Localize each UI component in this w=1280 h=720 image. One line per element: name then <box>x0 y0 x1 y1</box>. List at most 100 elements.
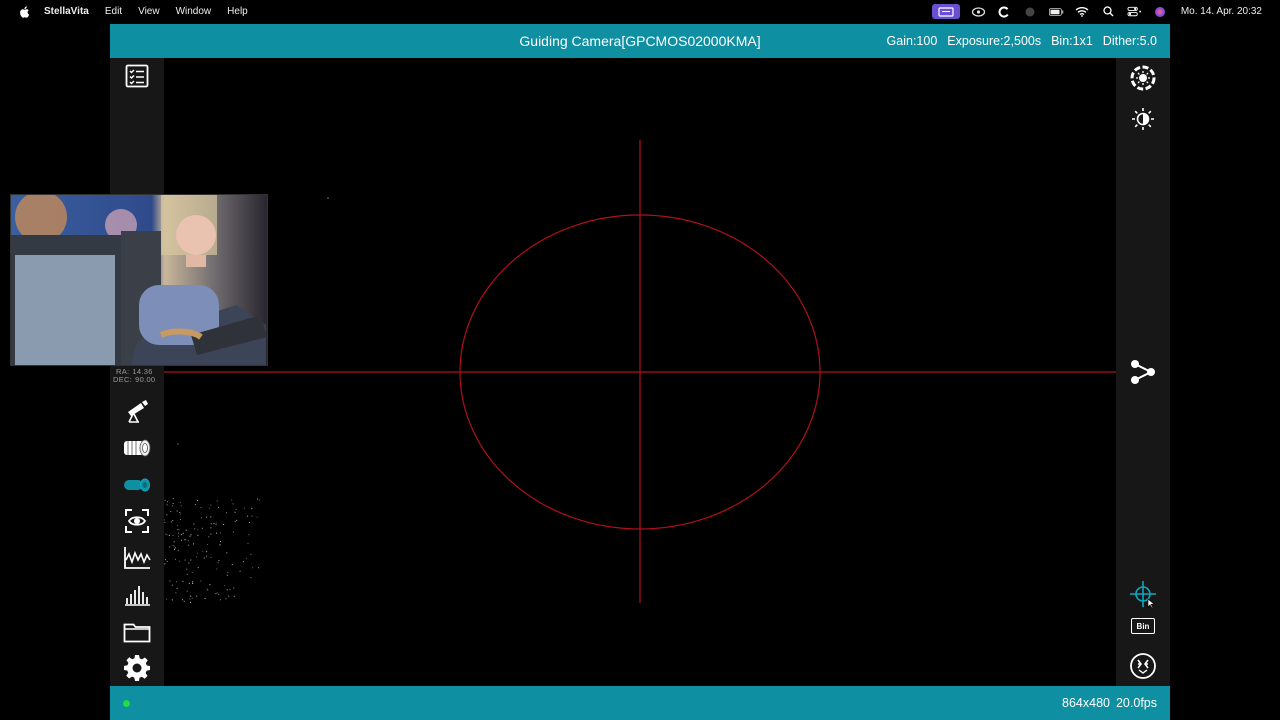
noise-pixel <box>202 550 204 552</box>
noise-pixel <box>227 572 229 573</box>
noise-pixel <box>180 534 182 536</box>
macos-menubar: StellaVita Edit View Window Help Mo. 14.… <box>0 0 1280 23</box>
noise-pixel <box>171 584 173 586</box>
settings-button[interactable] <box>122 653 152 683</box>
menu-edit[interactable]: Edit <box>105 6 122 17</box>
creative-cloud-icon[interactable] <box>971 6 986 18</box>
menu-help[interactable]: Help <box>227 6 248 17</box>
noise-pixel <box>235 509 237 510</box>
exposure-readout[interactable]: Exposure:2,500s <box>947 34 1041 48</box>
siri-icon[interactable] <box>1153 6 1168 18</box>
gain-readout[interactable]: Gain:100 <box>887 34 938 48</box>
noise-pixel <box>188 563 190 564</box>
menubar-clock[interactable]: Mo. 14. Apr. 20:32 <box>1181 6 1262 17</box>
waveform-chart-icon <box>124 547 151 569</box>
telescope-mount-button[interactable] <box>122 396 152 426</box>
noise-pixel <box>184 559 186 561</box>
noise-pixel <box>172 520 174 522</box>
status-bar: 864x480 20.0fps <box>110 686 1170 720</box>
noise-pixel <box>215 593 217 595</box>
noise-pixel <box>164 521 166 523</box>
noise-pixel <box>208 536 210 538</box>
noise-pixel <box>181 599 183 601</box>
histogram-button[interactable] <box>122 580 152 610</box>
noise-pixel <box>177 549 179 551</box>
menu-view[interactable]: View <box>138 6 160 17</box>
noise-pixel <box>232 531 234 533</box>
noise-pixel <box>197 552 199 554</box>
apple-logo-icon[interactable] <box>18 5 32 19</box>
telescope-icon <box>128 400 148 423</box>
noise-pixel <box>200 507 202 509</box>
noise-pixel <box>172 545 174 546</box>
focus-eye-icon <box>125 509 149 533</box>
resolution-readout: 864x480 <box>1062 696 1110 710</box>
menu-window[interactable]: Window <box>176 6 212 17</box>
noise-pixel <box>251 515 253 517</box>
battery-icon[interactable] <box>1048 6 1064 18</box>
app-menu[interactable]: StellaVita <box>44 6 89 17</box>
noise-pixel <box>191 597 193 599</box>
noise-pixel <box>185 529 187 531</box>
noise-pixel <box>257 498 258 500</box>
noise-pixel <box>166 534 168 536</box>
noise-pixel <box>190 601 191 603</box>
dither-readout[interactable]: Dither:5.0 <box>1103 34 1157 48</box>
bin-readout[interactable]: Bin:1x1 <box>1051 34 1093 48</box>
noise-pixel <box>248 522 250 523</box>
guide-graph-button[interactable] <box>122 543 152 573</box>
guide-camera-viewport[interactable] <box>164 58 1116 686</box>
binning-button[interactable]: Bin <box>1128 611 1158 641</box>
auto-stretch-button[interactable] <box>1128 63 1158 93</box>
noise-pixel <box>258 499 260 501</box>
bin-label: Bin <box>1136 621 1150 631</box>
calibrate-button[interactable] <box>1128 651 1158 681</box>
noise-pixel <box>169 580 171 582</box>
noise-pixel <box>197 567 199 569</box>
checklist-icon <box>125 64 149 88</box>
noise-pixel <box>234 511 236 513</box>
viewport-canvas <box>164 140 1116 603</box>
main-camera-button[interactable] <box>122 433 152 463</box>
noise-pixel <box>176 510 178 512</box>
star-dot <box>327 197 329 199</box>
checklist-button[interactable] <box>122 61 152 91</box>
noise-pixel <box>193 523 195 525</box>
noise-pixel <box>179 513 181 515</box>
noise-pixel <box>210 523 212 525</box>
focus-button[interactable] <box>122 506 152 536</box>
spotlight-search-icon[interactable] <box>1101 6 1116 18</box>
moon-icon[interactable] <box>1023 6 1038 18</box>
noise-pixel <box>206 551 208 553</box>
noise-pixel <box>194 504 196 505</box>
sync-c-icon[interactable] <box>997 6 1012 18</box>
noise-pixel <box>225 598 227 600</box>
noise-pixel <box>251 508 253 510</box>
crosshair-toggle-button[interactable] <box>1128 579 1158 609</box>
noise-pixel <box>176 587 178 589</box>
noise-pixel <box>233 595 235 597</box>
share-button[interactable] <box>1128 357 1158 387</box>
noise-pixel <box>192 581 194 583</box>
guide-camera-button[interactable] <box>122 470 152 500</box>
noise-pixel <box>216 500 218 502</box>
star-dot <box>177 443 179 445</box>
screen-share-icon[interactable] <box>931 4 960 19</box>
noise-pixel <box>173 545 175 547</box>
noise-pixel <box>207 589 209 591</box>
exposure-dial-icon <box>1130 65 1156 91</box>
noise-pixel <box>206 544 208 546</box>
sensor-noise-speckles <box>164 498 260 603</box>
noise-pixel <box>247 515 249 517</box>
control-center-icon[interactable] <box>1127 6 1142 18</box>
noise-pixel <box>185 539 187 540</box>
camera-params: Gain:100 Exposure:2,500s Bin:1x1 Dither:… <box>887 34 1157 48</box>
file-browser-button[interactable] <box>122 617 152 647</box>
noise-pixel <box>177 525 179 527</box>
noise-pixel <box>243 507 245 509</box>
noise-pixel <box>224 585 226 587</box>
noise-pixel <box>172 498 174 499</box>
brightness-button[interactable] <box>1128 104 1158 134</box>
wifi-icon[interactable] <box>1075 6 1090 18</box>
brightness-icon <box>1132 108 1154 130</box>
